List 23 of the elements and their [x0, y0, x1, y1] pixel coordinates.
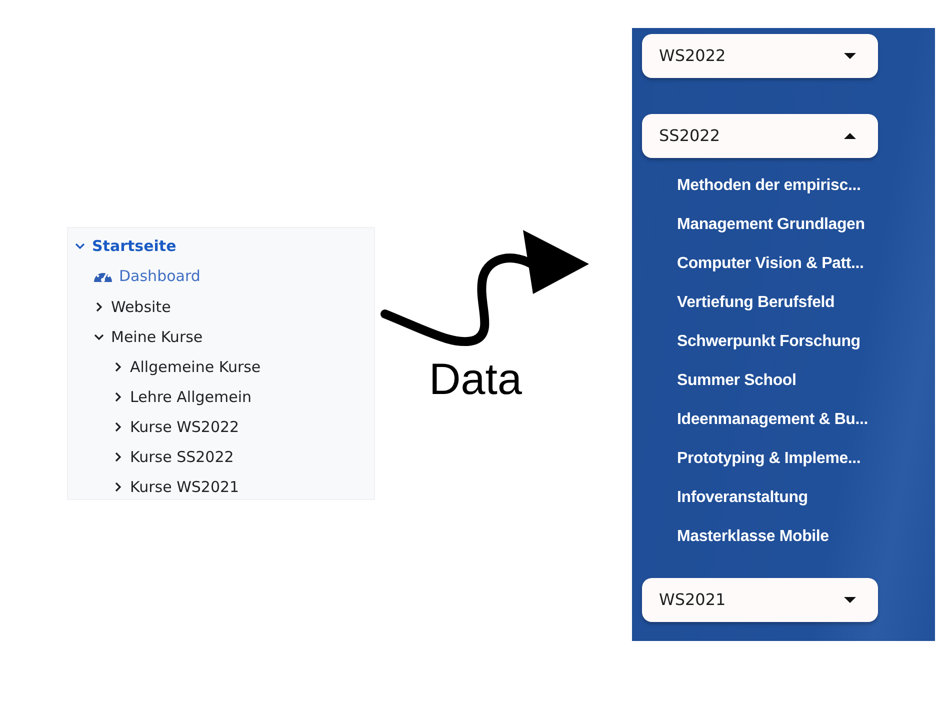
course-link[interactable]: Management Grundlagen: [677, 205, 865, 244]
course-link[interactable]: Ideenmanagement & Bu...: [677, 400, 868, 439]
tree-item[interactable]: Kurse WS2022: [112, 412, 240, 442]
tree-item[interactable]: Lehre Allgemein: [112, 382, 252, 412]
course-link[interactable]: Masterklasse Mobile: [677, 517, 829, 556]
course-link[interactable]: Computer Vision & Patt...: [677, 244, 864, 283]
dashboard-link[interactable]: Dashboard: [93, 261, 200, 291]
arrow-label: Data: [429, 354, 522, 406]
course-link[interactable]: Methoden der empirisc...: [677, 166, 861, 205]
tree-title[interactable]: Startseite: [74, 231, 176, 261]
tree-item[interactable]: Kurse SS2022: [112, 442, 234, 472]
tree-item[interactable]: Meine Kurse: [93, 322, 203, 352]
tree-item[interactable]: Allgemeine Kurse: [112, 352, 261, 382]
course-link[interactable]: Vertiefung Berufsfeld: [677, 283, 835, 322]
course-link[interactable]: Infoveranstaltung: [677, 478, 808, 517]
course-link[interactable]: Schwerpunkt Forschung: [677, 322, 860, 361]
course-link[interactable]: Prototyping & Impleme...: [677, 439, 861, 478]
semester-dropdown[interactable]: SS2022: [642, 114, 878, 158]
semester-dropdown[interactable]: WS2022: [642, 34, 878, 78]
course-link[interactable]: Summer School: [677, 361, 796, 400]
semester-dropdown[interactable]: WS2021: [642, 578, 878, 622]
tree-item[interactable]: Kurse WS2021: [112, 472, 240, 502]
tree-item[interactable]: Website: [93, 292, 171, 322]
